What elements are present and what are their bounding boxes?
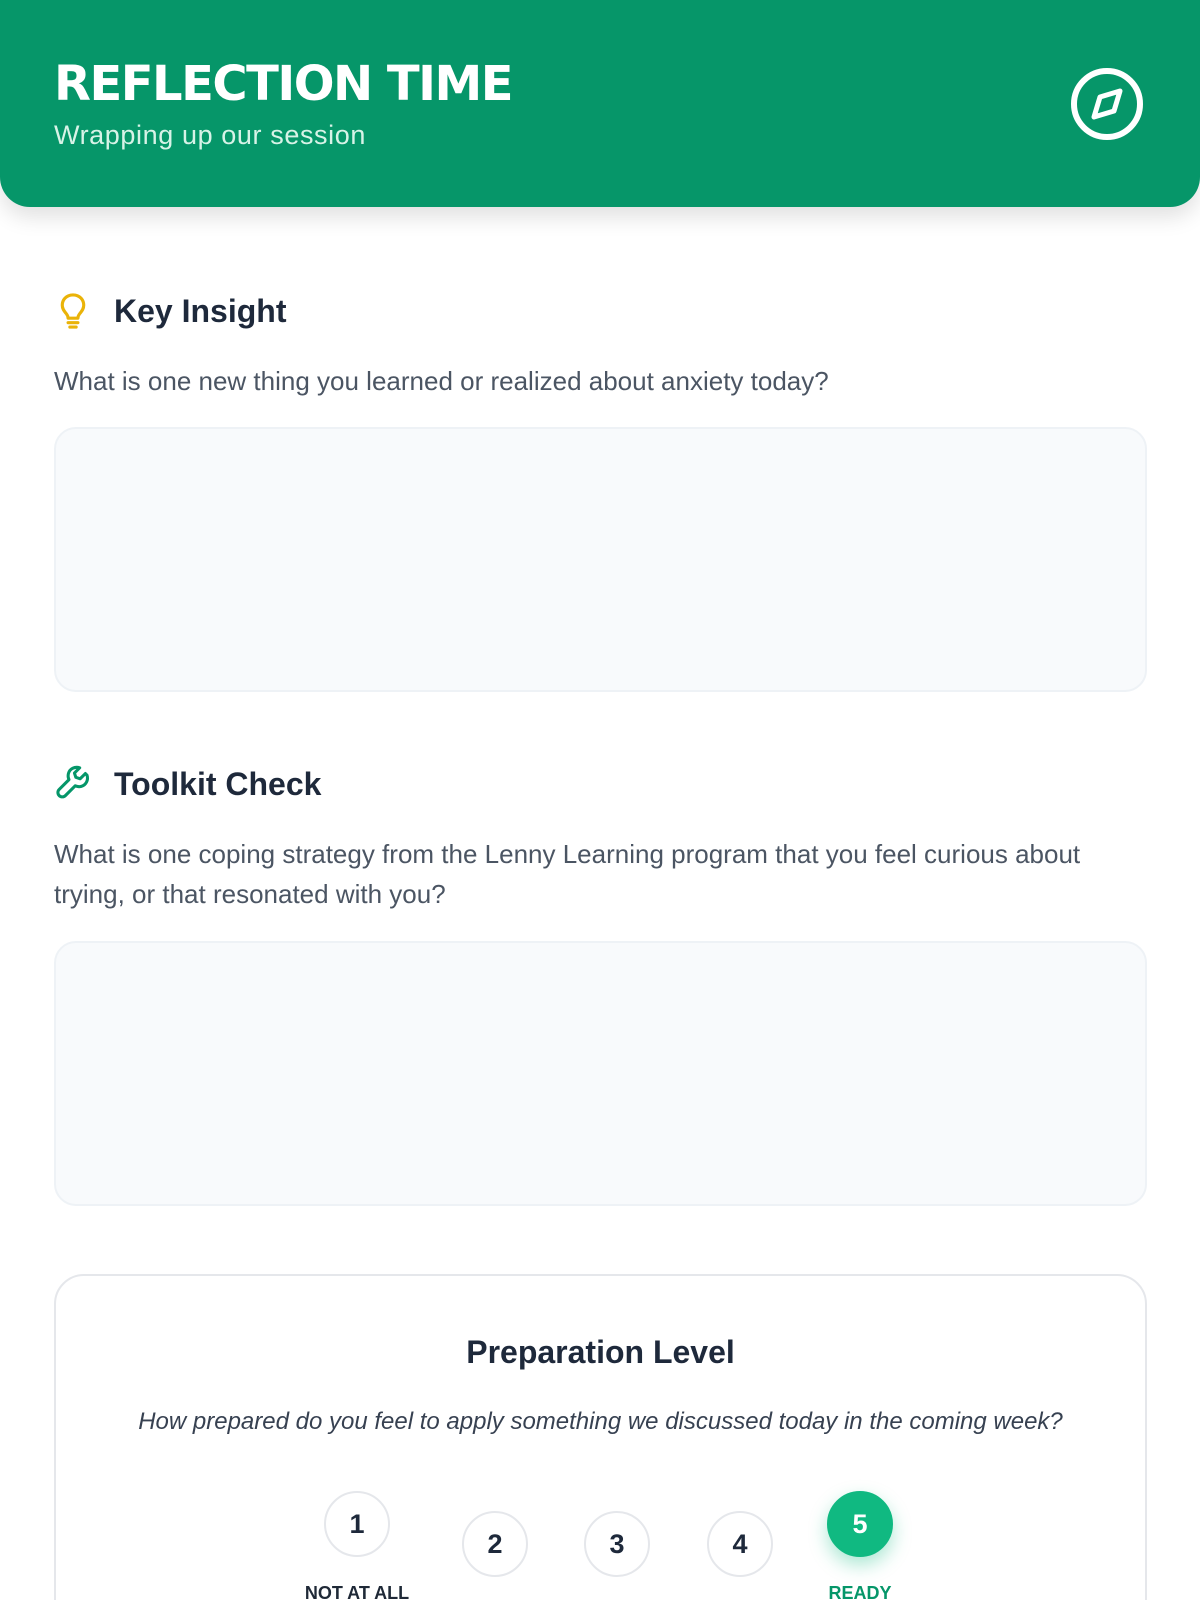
key-insight-answer-field[interactable] — [54, 427, 1147, 692]
header-banner: REFLECTION TIME Wrapping up our session — [0, 0, 1200, 207]
rating-option-2[interactable]: 2 — [462, 1511, 528, 1577]
section-title: Toolkit Check — [114, 766, 322, 802]
lightbulb-icon — [54, 290, 92, 332]
rating-high-label: READY — [828, 1583, 892, 1600]
section-prompt: What is one new thing you learned or rea… — [54, 366, 829, 396]
preparation-title: Preparation Level — [466, 1334, 735, 1370]
preparation-level-card: Preparation Level How prepared do you fe… — [54, 1274, 1147, 1600]
wrench-icon — [54, 763, 92, 805]
compass-icon[interactable] — [1070, 67, 1144, 141]
rating-option-4[interactable]: 4 — [707, 1511, 773, 1577]
preparation-question: How prepared do you feel to apply someth… — [138, 1408, 1063, 1435]
section-key-insight-header: Key Insight — [54, 290, 286, 332]
section-prompt: What is one coping strategy from the Len… — [54, 839, 1081, 909]
section-toolkit-check-header: Toolkit Check — [54, 763, 321, 805]
page-title: REFLECTION TIME — [54, 56, 514, 112]
rating-option-3[interactable]: 3 — [584, 1511, 650, 1577]
section-title: Key Insight — [114, 293, 287, 329]
page-subtitle: Wrapping up our session — [54, 120, 366, 150]
rating-option-1[interactable]: 1 — [324, 1491, 390, 1557]
toolkit-check-answer-field[interactable] — [54, 941, 1147, 1206]
rating-low-label: NOT AT ALL — [304, 1583, 410, 1600]
rating-option-5[interactable]: 5 — [827, 1491, 893, 1557]
